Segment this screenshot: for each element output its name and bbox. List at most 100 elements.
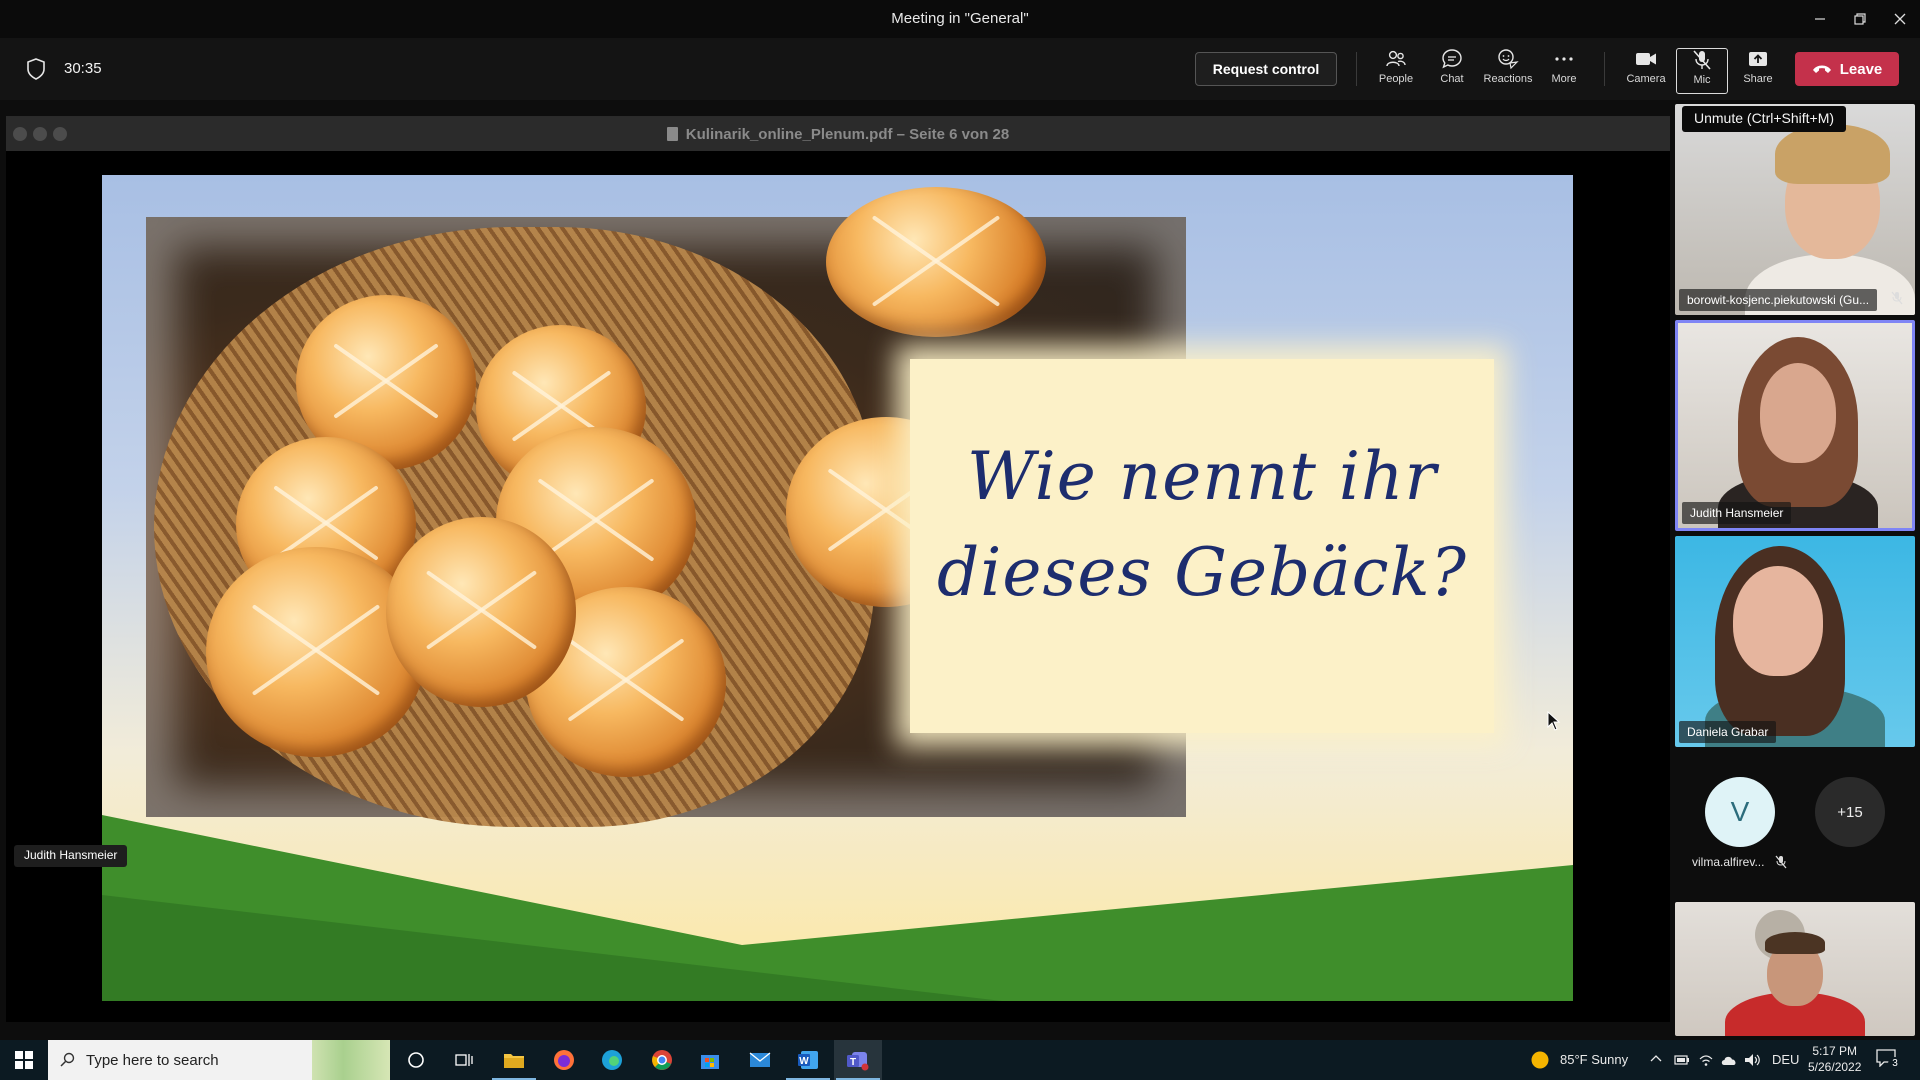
task-view-button[interactable]	[440, 1040, 488, 1080]
windows-taskbar: Type here to search W T 85°F Sunny DEU 5…	[0, 1040, 1920, 1080]
mouse-cursor-icon	[1547, 711, 1561, 731]
onedrive-cloud-icon[interactable]	[1720, 1052, 1738, 1068]
search-highlight-art	[312, 1040, 390, 1080]
toolbar-divider	[1356, 52, 1357, 86]
request-control-button[interactable]: Request control	[1195, 52, 1337, 86]
leave-button[interactable]: Leave	[1795, 52, 1899, 86]
notifications-button[interactable]: 3	[1876, 1049, 1902, 1071]
slide-question: Wie nennt ihr dieses Gebäck?	[910, 429, 1494, 621]
search-placeholder: Type here to search	[86, 1051, 219, 1069]
pdf-title: Kulinarik_online_Plenum.pdf – Seite 6 vo…	[6, 126, 1670, 143]
mail-icon	[749, 1052, 771, 1067]
chat-button[interactable]: Chat	[1426, 48, 1478, 94]
muted-mic-icon	[1891, 291, 1903, 305]
clock-date: 5/26/2022	[1808, 1060, 1862, 1074]
document-icon	[666, 127, 678, 141]
more-icon	[1555, 57, 1573, 61]
svg-text:T: T	[850, 1057, 856, 1068]
reactions-button[interactable]: Reactions	[1482, 48, 1534, 94]
participant-tile[interactable]	[1675, 902, 1915, 1036]
shield-icon	[27, 58, 45, 80]
chrome-button[interactable]	[638, 1040, 686, 1080]
share-icon	[1749, 52, 1767, 66]
cortana-button[interactable]	[392, 1040, 440, 1080]
people-button[interactable]: People	[1370, 48, 1422, 94]
pdf-titlebar: Kulinarik_online_Plenum.pdf – Seite 6 vo…	[6, 117, 1670, 151]
windows-start-button[interactable]	[0, 1040, 48, 1080]
shared-pdf-window: Kulinarik_online_Plenum.pdf – Seite 6 vo…	[6, 116, 1670, 1022]
taskbar-search-box[interactable]: Type here to search	[48, 1040, 390, 1080]
reactions-label: Reactions	[1483, 73, 1533, 85]
camera-label: Camera	[1626, 73, 1666, 85]
mail-button[interactable]	[736, 1040, 784, 1080]
more-participants-button[interactable]: +15	[1815, 777, 1885, 847]
presenter-name-tag: Judith Hansmeier	[14, 845, 128, 867]
volume-icon[interactable]	[1744, 1052, 1762, 1068]
teams-button[interactable]: T	[834, 1040, 882, 1080]
participant-face	[1733, 566, 1823, 676]
participant-hair	[1775, 124, 1890, 184]
store-button[interactable]	[686, 1040, 734, 1080]
pdf-title-text: Kulinarik_online_Plenum.pdf – Seite 6 vo…	[685, 126, 1010, 143]
chat-icon	[1442, 49, 1462, 69]
window-titlebar: Meeting in "General"	[0, 0, 1920, 38]
shared-screen: Kulinarik_online_Plenum.pdf – Seite 6 vo…	[0, 100, 1672, 1040]
teams-icon: T	[847, 1052, 869, 1071]
more-button[interactable]: More	[1538, 48, 1590, 94]
close-icon[interactable]	[1880, 6, 1920, 32]
hang-up-icon	[1812, 65, 1831, 73]
word-button[interactable]: W	[784, 1040, 832, 1080]
wifi-icon[interactable]	[1698, 1052, 1714, 1068]
people-label: People	[1378, 73, 1414, 85]
participant-name: borowit-kosjenc.piekutowski (Gu...	[1679, 289, 1878, 311]
edge-button[interactable]	[588, 1040, 636, 1080]
bread-roll	[386, 517, 576, 707]
participant-hair	[1765, 932, 1825, 954]
mic-button[interactable]: Mic	[1676, 48, 1728, 94]
meeting-toolbar: 30:35 Request control People Chat Reacti…	[0, 38, 1920, 100]
camera-button[interactable]: Camera	[1620, 48, 1672, 94]
avatar-participant-name: vilma.alfirev...	[1692, 855, 1765, 869]
participant-tile[interactable]: borowit-kosjenc.piekutowski (Gu...	[1675, 104, 1915, 315]
weather-text[interactable]: 85°F Sunny	[1560, 1052, 1628, 1067]
word-icon: W	[798, 1051, 818, 1069]
toolbar-divider	[1604, 52, 1605, 86]
input-language[interactable]: DEU	[1772, 1052, 1799, 1067]
question-box: Wie nennt ihr dieses Gebäck?	[910, 359, 1494, 733]
clock-time: 5:17 PM	[1812, 1044, 1858, 1058]
window-title: Meeting in "General"	[891, 10, 1029, 27]
battery-icon[interactable]	[1674, 1052, 1690, 1068]
svg-text:W: W	[799, 1056, 809, 1067]
participant-face	[1760, 363, 1836, 463]
presentation-slide: Wie nennt ihr dieses Gebäck?	[102, 175, 1573, 1001]
meeting-timer: 30:35	[64, 60, 102, 77]
share-button[interactable]: Share	[1732, 48, 1784, 94]
participant-avatar[interactable]: V	[1705, 777, 1775, 847]
folder-icon	[504, 1054, 524, 1068]
mic-label: Mic	[1693, 74, 1711, 86]
system-clock[interactable]: 5:17 PM 5/26/2022	[1808, 1043, 1861, 1075]
edge-icon	[602, 1050, 622, 1070]
firefox-icon	[554, 1050, 574, 1070]
windows-logo-icon	[15, 1051, 33, 1069]
participant-tile-active-speaker[interactable]: Judith Hansmeier	[1675, 320, 1915, 531]
notification-count: 3	[1888, 1057, 1902, 1071]
restore-icon[interactable]	[1840, 6, 1880, 32]
chevron-up-icon[interactable]	[1650, 1053, 1662, 1065]
mic-off-icon	[1693, 50, 1711, 70]
participant-name: Daniela Grabar	[1679, 721, 1777, 743]
minimize-icon[interactable]	[1800, 6, 1840, 32]
people-icon	[1386, 50, 1406, 67]
weather-sun-icon	[1531, 1051, 1549, 1069]
file-explorer-button[interactable]	[490, 1040, 538, 1080]
muted-mic-icon	[1775, 855, 1787, 869]
search-icon	[60, 1052, 75, 1067]
chrome-icon	[652, 1050, 672, 1070]
task-view-icon	[455, 1054, 473, 1066]
camera-icon	[1636, 53, 1656, 65]
participant-tile[interactable]: Daniela Grabar	[1675, 536, 1915, 747]
cortana-icon	[408, 1052, 424, 1068]
firefox-button[interactable]	[540, 1040, 588, 1080]
unmute-tooltip: Unmute (Ctrl+Shift+M)	[1682, 106, 1847, 132]
bread-roll	[826, 187, 1046, 337]
